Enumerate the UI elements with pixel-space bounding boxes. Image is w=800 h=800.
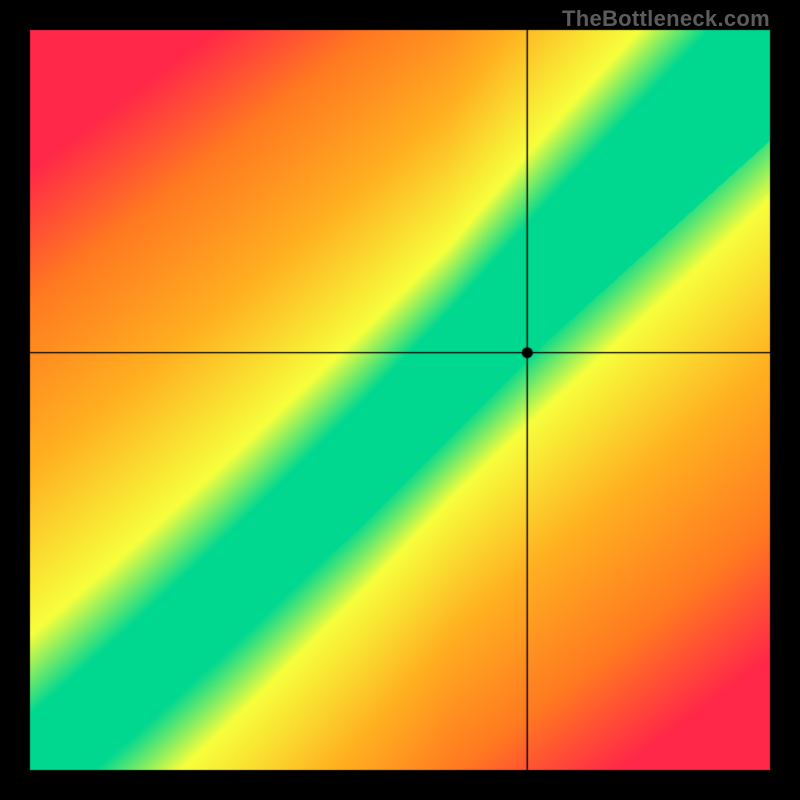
bottleneck-heatmap <box>0 0 800 800</box>
watermark-text: TheBottleneck.com <box>562 6 770 32</box>
